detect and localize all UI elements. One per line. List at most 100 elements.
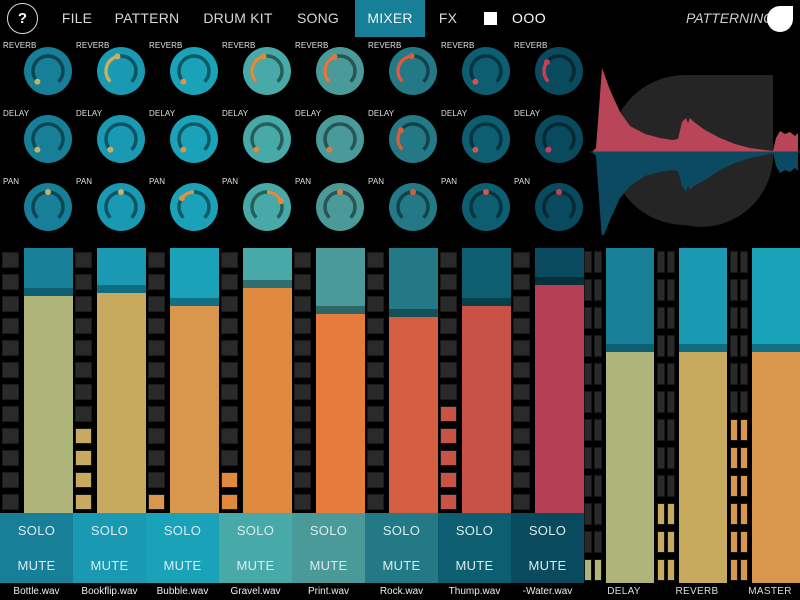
meter-segment <box>294 428 311 444</box>
delay-knob[interactable] <box>534 114 584 164</box>
tab-fx[interactable]: FX <box>434 0 462 37</box>
pan-knob[interactable] <box>96 182 146 232</box>
fader-handle[interactable] <box>389 308 438 317</box>
reverb-bus-fader[interactable] <box>679 248 727 583</box>
delay-knob[interactable] <box>96 114 146 164</box>
fader-handle[interactable] <box>462 298 511 307</box>
volume-fader[interactable] <box>243 248 292 513</box>
tab-song[interactable]: SONG <box>290 0 346 37</box>
meter-segment <box>75 362 92 378</box>
meter-segment <box>740 531 748 553</box>
solo-button[interactable]: SOLO <box>511 513 584 548</box>
volume-fader[interactable] <box>462 248 511 513</box>
pan-knob[interactable] <box>169 182 219 232</box>
meter-segment <box>584 475 592 497</box>
reverb-knob[interactable] <box>23 46 73 96</box>
mute-button[interactable]: MUTE <box>365 548 438 583</box>
meter-segment <box>221 428 238 444</box>
solo-button[interactable]: SOLO <box>146 513 219 548</box>
meter-segment <box>730 307 738 329</box>
volume-fader[interactable] <box>24 248 73 513</box>
mute-button[interactable]: MUTE <box>511 548 584 583</box>
pan-knob[interactable] <box>315 182 365 232</box>
reverb-knob[interactable] <box>461 46 511 96</box>
delay-knob[interactable] <box>315 114 365 164</box>
reverb-knob[interactable] <box>169 46 219 96</box>
pan-knob[interactable] <box>23 182 73 232</box>
meter-segment <box>440 494 457 510</box>
fader-handle[interactable] <box>170 298 219 307</box>
knob-body <box>170 115 218 163</box>
fader-handle[interactable] <box>752 343 800 352</box>
mute-button[interactable]: MUTE <box>219 548 292 583</box>
pan-knob-label: PAN <box>514 177 531 186</box>
solo-button[interactable]: SOLO <box>365 513 438 548</box>
solo-button[interactable]: SOLO <box>292 513 365 548</box>
fader-level <box>316 314 365 513</box>
master-bus-fader[interactable] <box>752 248 800 583</box>
fader-handle[interactable] <box>243 279 292 288</box>
meter-segment <box>513 252 530 268</box>
solo-button[interactable]: SOLO <box>0 513 73 548</box>
meter-segment <box>730 363 738 385</box>
solo-button[interactable]: SOLO <box>73 513 146 548</box>
mute-button[interactable]: MUTE <box>73 548 146 583</box>
volume-fader[interactable] <box>535 248 584 513</box>
delay-knob[interactable] <box>23 114 73 164</box>
meter-segment <box>2 252 19 268</box>
help-button[interactable]: ? <box>7 3 38 34</box>
reverb-knob[interactable] <box>388 46 438 96</box>
pan-knob[interactable] <box>388 182 438 232</box>
delay-knob[interactable] <box>461 114 511 164</box>
tab-mixer[interactable]: MIXER <box>355 0 425 37</box>
fader-handle[interactable] <box>679 343 727 352</box>
logo-icon[interactable] <box>767 6 793 32</box>
fader-handle[interactable] <box>535 277 584 286</box>
volume-fader[interactable] <box>316 248 365 513</box>
delay-knob[interactable] <box>242 114 292 164</box>
meter-segment <box>440 274 457 290</box>
pan-knob[interactable] <box>461 182 511 232</box>
fader-handle[interactable] <box>316 306 365 315</box>
meter-segment <box>75 384 92 400</box>
fader-handle[interactable] <box>97 285 146 294</box>
tab-file[interactable]: FILE <box>58 0 96 37</box>
pan-knob[interactable] <box>534 182 584 232</box>
knob-indicator <box>180 78 187 85</box>
mute-button[interactable]: MUTE <box>292 548 365 583</box>
meter-segment <box>513 362 530 378</box>
meter-segment <box>730 251 738 273</box>
volume-fader[interactable] <box>389 248 438 513</box>
meter-segment <box>667 559 675 581</box>
solo-button[interactable]: SOLO <box>219 513 292 548</box>
delay-knob[interactable] <box>169 114 219 164</box>
meter-segment <box>75 274 92 290</box>
pan-knob[interactable] <box>242 182 292 232</box>
reverb-knob[interactable] <box>242 46 292 96</box>
mute-button[interactable]: MUTE <box>0 548 73 583</box>
delay-knob[interactable] <box>388 114 438 164</box>
tab-pattern[interactable]: PATTERN <box>112 0 182 37</box>
meter-segment <box>594 363 602 385</box>
meter-segment <box>740 503 748 525</box>
knob-indicator <box>260 53 267 60</box>
reverb-knob[interactable] <box>315 46 365 96</box>
mute-button[interactable]: MUTE <box>438 548 511 583</box>
fader-handle[interactable] <box>606 343 654 352</box>
solo-button[interactable]: SOLO <box>438 513 511 548</box>
fader-handle[interactable] <box>24 287 73 296</box>
volume-fader[interactable] <box>170 248 219 513</box>
meter-segment <box>584 307 592 329</box>
meter-segment <box>2 384 19 400</box>
delay-bus-fader[interactable] <box>606 248 654 583</box>
mute-button[interactable]: MUTE <box>146 548 219 583</box>
tab-drum-kit[interactable]: DRUM KIT <box>200 0 276 37</box>
more-options-button[interactable]: OOO <box>512 0 546 37</box>
stop-icon[interactable] <box>484 12 497 25</box>
meter-segment <box>730 447 738 469</box>
reverb-knob[interactable] <box>534 46 584 96</box>
meter-segment <box>148 252 165 268</box>
reverb-knob[interactable] <box>96 46 146 96</box>
volume-fader[interactable] <box>97 248 146 513</box>
meter-segment <box>584 531 592 553</box>
